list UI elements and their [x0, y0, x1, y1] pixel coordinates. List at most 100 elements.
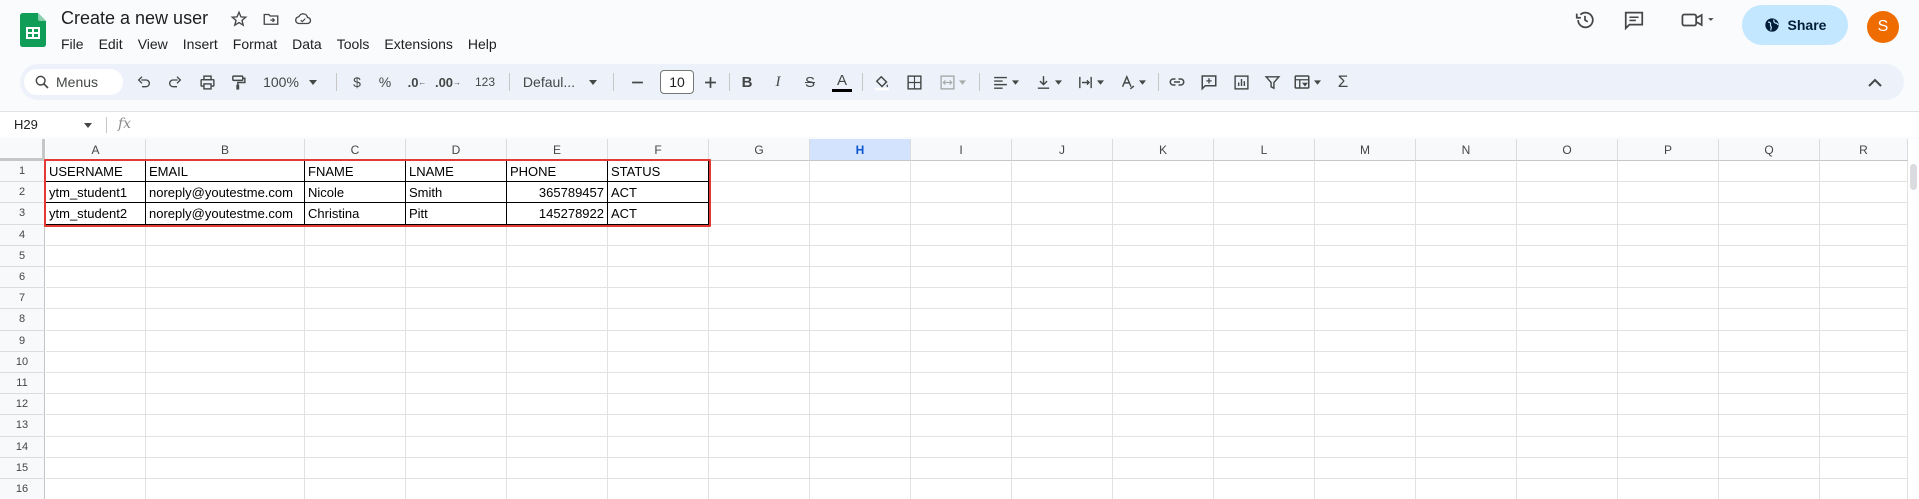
cell-c5[interactable] — [305, 245, 406, 267]
column-header-n[interactable]: N — [1416, 139, 1517, 161]
row-header-15[interactable]: 15 — [0, 457, 45, 479]
cell-m13[interactable] — [1315, 415, 1416, 437]
cell-g11[interactable] — [709, 373, 810, 395]
font-size-input[interactable]: 10 — [660, 70, 694, 94]
cell-h6[interactable] — [810, 267, 911, 289]
cell-r7[interactable] — [1820, 288, 1908, 310]
cloud-saved-icon[interactable] — [292, 9, 314, 29]
cell-f16[interactable] — [608, 479, 709, 499]
cell-f6[interactable] — [608, 267, 709, 289]
functions-button[interactable]: Σ — [1332, 64, 1354, 100]
cell-m11[interactable] — [1315, 373, 1416, 395]
paint-format-icon[interactable] — [226, 64, 250, 100]
cell-d2[interactable]: Smith — [406, 182, 507, 204]
cell-q11[interactable] — [1719, 373, 1820, 395]
cell-d14[interactable] — [406, 436, 507, 458]
cell-i1[interactable] — [911, 161, 1012, 183]
cell-h16[interactable] — [810, 479, 911, 499]
cell-b3[interactable]: noreply@youtestme.com — [146, 203, 305, 225]
cell-q10[interactable] — [1719, 351, 1820, 373]
cell-i12[interactable] — [911, 394, 1012, 416]
cell-j13[interactable] — [1012, 415, 1113, 437]
cell-o14[interactable] — [1517, 436, 1618, 458]
cell-p10[interactable] — [1618, 351, 1719, 373]
cell-b13[interactable] — [146, 415, 305, 437]
cell-p13[interactable] — [1618, 415, 1719, 437]
row-header-10[interactable]: 10 — [0, 351, 45, 373]
strikethrough-button[interactable]: S — [800, 64, 820, 100]
cell-q8[interactable] — [1719, 309, 1820, 331]
cell-f14[interactable] — [608, 436, 709, 458]
cell-q12[interactable] — [1719, 394, 1820, 416]
cell-n6[interactable] — [1416, 267, 1517, 289]
cell-m1[interactable] — [1315, 161, 1416, 183]
cell-g12[interactable] — [709, 394, 810, 416]
cell-e8[interactable] — [507, 309, 608, 331]
cell-a10[interactable] — [46, 351, 146, 373]
cell-i15[interactable] — [911, 457, 1012, 479]
cell-b14[interactable] — [146, 436, 305, 458]
chevron-down-icon[interactable] — [84, 123, 92, 128]
cell-i13[interactable] — [911, 415, 1012, 437]
version-history-icon[interactable] — [1571, 6, 1599, 34]
cell-a12[interactable] — [46, 394, 146, 416]
cell-r15[interactable] — [1820, 457, 1908, 479]
menu-view[interactable]: View — [138, 33, 175, 55]
undo-icon[interactable] — [132, 64, 156, 100]
cell-o11[interactable] — [1517, 373, 1618, 395]
column-header-g[interactable]: G — [709, 139, 810, 161]
cell-k1[interactable] — [1113, 161, 1214, 183]
decrease-decimal-button[interactable]: .0 ← — [405, 64, 429, 100]
cell-i11[interactable] — [911, 373, 1012, 395]
cell-c2[interactable]: Nicole — [305, 182, 406, 204]
cell-n5[interactable] — [1416, 245, 1517, 267]
column-header-h[interactable]: H — [810, 139, 911, 161]
cell-l5[interactable] — [1214, 245, 1315, 267]
account-avatar[interactable]: S — [1867, 11, 1899, 43]
cell-e16[interactable] — [507, 479, 608, 499]
cell-m15[interactable] — [1315, 457, 1416, 479]
cell-e11[interactable] — [507, 373, 608, 395]
cell-f1[interactable]: STATUS — [608, 161, 709, 183]
cell-p16[interactable] — [1618, 479, 1719, 499]
cell-r2[interactable] — [1820, 182, 1908, 204]
row-header-12[interactable]: 12 — [0, 394, 45, 416]
insert-comment-icon[interactable] — [1197, 64, 1221, 100]
cell-m8[interactable] — [1315, 309, 1416, 331]
cell-n14[interactable] — [1416, 436, 1517, 458]
fill-color-icon[interactable] — [870, 64, 894, 100]
borders-icon[interactable] — [902, 64, 926, 100]
cell-a2[interactable]: ytm_student1 — [46, 182, 146, 204]
cell-r3[interactable] — [1820, 203, 1908, 225]
insert-link-icon[interactable] — [1165, 64, 1189, 100]
cell-l15[interactable] — [1214, 457, 1315, 479]
cell-h13[interactable] — [810, 415, 911, 437]
cell-d8[interactable] — [406, 309, 507, 331]
cell-h9[interactable] — [810, 330, 911, 352]
cell-a16[interactable] — [46, 479, 146, 499]
cell-l8[interactable] — [1214, 309, 1315, 331]
cell-r14[interactable] — [1820, 436, 1908, 458]
scrollbar-thumb[interactable] — [1910, 164, 1917, 190]
document-title[interactable]: Create a new user — [61, 7, 208, 29]
cell-h10[interactable] — [810, 351, 911, 373]
cell-o2[interactable] — [1517, 182, 1618, 204]
cell-f15[interactable] — [608, 457, 709, 479]
cell-o1[interactable] — [1517, 161, 1618, 183]
bold-button[interactable]: B — [737, 64, 757, 100]
cell-r6[interactable] — [1820, 267, 1908, 289]
cell-p1[interactable] — [1618, 161, 1719, 183]
cell-f4[interactable] — [608, 224, 709, 246]
print-icon[interactable] — [195, 64, 219, 100]
meet-icon[interactable] — [1678, 6, 1718, 34]
cell-o3[interactable] — [1517, 203, 1618, 225]
vertical-align-icon[interactable] — [1031, 64, 1065, 100]
cell-k13[interactable] — [1113, 415, 1214, 437]
formula-input[interactable] — [145, 116, 1845, 134]
cell-i9[interactable] — [911, 330, 1012, 352]
cell-j8[interactable] — [1012, 309, 1113, 331]
cell-p11[interactable] — [1618, 373, 1719, 395]
cell-q14[interactable] — [1719, 436, 1820, 458]
row-header-8[interactable]: 8 — [0, 309, 45, 331]
text-color-button[interactable]: A — [830, 64, 854, 100]
